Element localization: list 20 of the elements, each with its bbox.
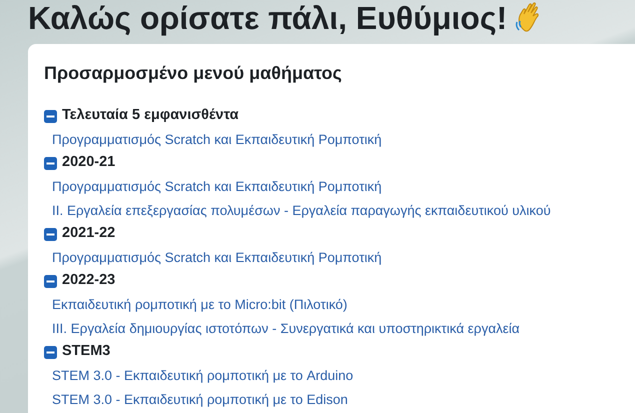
- course-link[interactable]: Προγραμματισμός Scratch και Εκπαιδευτική Ρομποτική: [44, 128, 382, 151]
- group-heading: 2021-22: [62, 224, 116, 244]
- welcome-heading: Καλώς ορίσατε πάλι, Ευθύμιος!: [28, 0, 508, 37]
- course-link[interactable]: Προγραμματισμός Scratch και Εκπαιδευτική Ρομποτική: [44, 174, 382, 198]
- group-heading: 2020-21: [62, 153, 116, 172]
- card-title: Προσαρμοσμένο μενού μαθήματος: [44, 62, 343, 85]
- course-link[interactable]: II. Εργαλεία επεξεργασίας πολυμέσων - Εργαλεία παραγωγής εκπαιδευτικού υλικού: [44, 198, 551, 222]
- course-link[interactable]: Εκπαιδευτική ρομποτική με το Micro:bit (Πιλοτικό): [44, 292, 348, 316]
- group-heading: Τελευταία 5 εμφανισθέντα: [62, 106, 239, 126]
- collapse-icon[interactable]: [44, 346, 57, 359]
- course-link[interactable]: STEM 3.0 - Εκπαιδευτική ρομποτική με το Arduino: [44, 364, 354, 387]
- collapse-icon[interactable]: [44, 274, 57, 288]
- collapse-icon[interactable]: [44, 110, 57, 123]
- course-link[interactable]: III. Εργαλεία δημιουργίας ιστοτόπων - Συνεργατικά και υποστηρικτικά εργαλεία: [44, 316, 520, 340]
- group-heading: 2022-23: [62, 271, 116, 290]
- course-link[interactable]: STEM 3.0 - Εκπαιδευτική ρομποτική με το Edison: [44, 388, 348, 411]
- course-link[interactable]: Προγραμματισμός Scratch και Εκπαιδευτική Ρομποτική: [44, 246, 382, 269]
- collapse-icon[interactable]: [44, 228, 57, 241]
- collapse-icon[interactable]: [44, 156, 57, 170]
- group-heading: STEM3: [62, 342, 110, 362]
